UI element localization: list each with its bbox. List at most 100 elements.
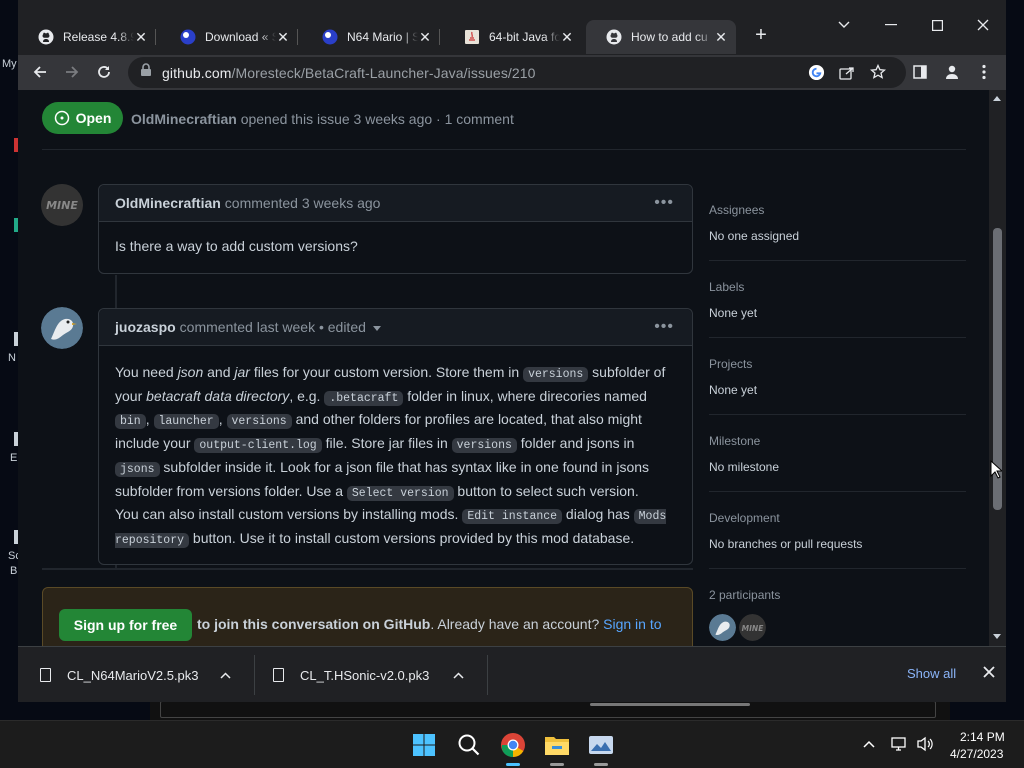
tab-search-chevron-icon[interactable] (833, 14, 855, 36)
participant-avatar[interactable]: MINE (739, 614, 766, 641)
back-button[interactable] (28, 61, 52, 83)
issue-status-badge: Open (42, 102, 123, 134)
share-icon[interactable] (839, 65, 855, 86)
sign-in-link[interactable]: Sign in to (603, 616, 661, 632)
tab-separator (439, 29, 440, 45)
volume-icon[interactable] (916, 735, 934, 753)
more-options-icon[interactable]: ••• (654, 318, 674, 336)
inline-code: bin (115, 414, 146, 430)
chevron-up-icon[interactable] (860, 735, 878, 753)
search-icon[interactable] (455, 731, 483, 759)
chevron-up-icon[interactable] (453, 667, 464, 682)
background-window-bar (160, 701, 936, 718)
comment-meta[interactable]: commented last week • edited (180, 319, 366, 335)
desktop-label: My (2, 58, 17, 70)
sign-up-button[interactable]: Sign up for free (59, 609, 192, 641)
tab-title: Download « Sc (205, 30, 276, 44)
sidebar-milestone-heading: Milestone (709, 434, 761, 448)
windows-start-icon[interactable] (410, 731, 438, 759)
app-running-indicator (550, 763, 564, 766)
issue-meta-text: opened this issue 3 weeks ago · 1 commen… (240, 111, 514, 127)
inline-code: launcher (153, 414, 219, 430)
avatar[interactable] (41, 307, 83, 349)
sidebar-assignees-value: No one assigned (709, 229, 800, 243)
chevron-up-icon[interactable] (220, 667, 231, 682)
file-explorer-icon[interactable] (543, 731, 571, 759)
side-panel-icon[interactable] (908, 61, 932, 83)
download-item[interactable]: CL_N64MarioV2.5.pk3 (18, 647, 251, 702)
close-tab-icon[interactable]: ✕ (418, 29, 432, 46)
desktop-label: N (8, 352, 16, 364)
close-tab-icon[interactable]: ✕ (276, 29, 290, 46)
download-item[interactable]: CL_T.HSonic-v2.0.pk3 (251, 647, 484, 702)
close-icon[interactable] (980, 663, 998, 681)
edit-history-dropdown-icon[interactable] (372, 325, 381, 331)
lock-icon[interactable] (140, 63, 152, 82)
comment-meta[interactable]: commented 3 weeks ago (225, 195, 381, 211)
comment-author[interactable]: juozaspo (115, 319, 176, 335)
profile-icon[interactable] (940, 61, 964, 83)
page-scrollbar[interactable] (989, 90, 1006, 646)
clock-time[interactable]: 2:14 PM (960, 730, 1005, 744)
issue-status-label: Open (75, 110, 112, 126)
divider (709, 337, 966, 338)
comment-header: juozaspo commented last week • edited ••… (99, 309, 692, 346)
comment: juozaspo commented last week • edited ••… (98, 308, 693, 565)
tab[interactable]: Release 4.8.9 · ✕ (18, 20, 156, 54)
tab[interactable]: Download « Sc ✕ (160, 20, 298, 54)
close-window-button[interactable] (972, 14, 994, 36)
sm64-icon (322, 29, 338, 45)
participant-avatar[interactable] (709, 614, 736, 641)
comment-header: OldMinecraftian commented 3 weeks ago ••… (99, 185, 692, 222)
browser-toolbar: github.com/Moresteck/BetaCraft-Launcher-… (18, 55, 1006, 90)
mouse-cursor-icon (990, 459, 1004, 485)
sidebar-development-value: No branches or pull requests (709, 537, 863, 551)
sidebar-projects-heading: Projects (709, 357, 753, 371)
chrome-icon[interactable] (499, 731, 527, 759)
scroll-down-arrow-icon[interactable] (993, 634, 1001, 639)
photos-app-icon[interactable] (587, 731, 615, 759)
issue-meta: OldMinecraftian opened this issue 3 week… (131, 111, 514, 127)
maximize-button[interactable] (926, 14, 948, 36)
issue-author-link[interactable]: OldMinecraftian (131, 111, 237, 127)
tab-strip: Release 4.8.9 · ✕ Download « Sc ✕ N64 Ma… (18, 0, 1006, 55)
avatar[interactable]: MINE (41, 184, 83, 226)
scroll-up-arrow-icon[interactable] (993, 96, 1001, 101)
inline-code: jsons (115, 461, 160, 477)
download-shelf: CL_N64MarioV2.5.pk3 CL_T.HSonic-v2.0.pk3… (18, 646, 1006, 702)
clock-date[interactable]: 4/27/2023 (950, 747, 1003, 761)
tab-active[interactable]: How to add cu ✕ (586, 20, 736, 54)
inline-code: .betacraft (324, 390, 404, 406)
forward-button[interactable] (60, 61, 84, 83)
show-all-downloads-button[interactable]: Show all (907, 666, 956, 681)
more-options-icon[interactable]: ••• (654, 194, 674, 212)
tab-separator (297, 29, 298, 45)
minimize-button[interactable] (880, 14, 902, 36)
download-filename: CL_N64MarioV2.5.pk3 (67, 667, 199, 683)
google-icon[interactable] (808, 64, 825, 86)
sidebar-milestone-value: No milestone (709, 460, 780, 474)
tab-separator (155, 29, 156, 45)
tab-title: N64 Mario | SR (347, 30, 418, 44)
tab[interactable]: N64 Mario | SR ✕ (302, 20, 440, 54)
network-icon[interactable] (891, 735, 909, 753)
close-tab-icon[interactable]: ✕ (134, 29, 148, 46)
address-bar[interactable]: github.com/Moresteck/BetaCraft-Launcher-… (128, 57, 906, 88)
background-window-strip (150, 700, 950, 720)
url-text[interactable]: github.com/Moresteck/BetaCraft-Launcher-… (162, 65, 536, 81)
reload-button[interactable] (92, 61, 116, 83)
divider (709, 414, 966, 415)
comment-author[interactable]: OldMinecraftian (115, 195, 221, 211)
close-tab-icon[interactable]: ✕ (560, 29, 574, 46)
url-path: /Moresteck/BetaCraft-Launcher-Java/issue… (231, 64, 536, 81)
bookmark-star-icon[interactable] (869, 63, 887, 85)
signup-prompt: Sign up for free to join this conversati… (42, 587, 693, 646)
menu-kebab-icon[interactable] (972, 61, 996, 83)
close-tab-icon[interactable]: ✕ (714, 29, 728, 46)
new-tab-button[interactable]: + (750, 25, 772, 47)
sidebar-labels-heading: Labels (709, 280, 745, 294)
active-app-indicator (506, 763, 520, 766)
java-icon (464, 29, 480, 45)
desktop-label: B (10, 565, 18, 577)
tab[interactable]: 64-bit Java for ✕ (444, 20, 582, 54)
